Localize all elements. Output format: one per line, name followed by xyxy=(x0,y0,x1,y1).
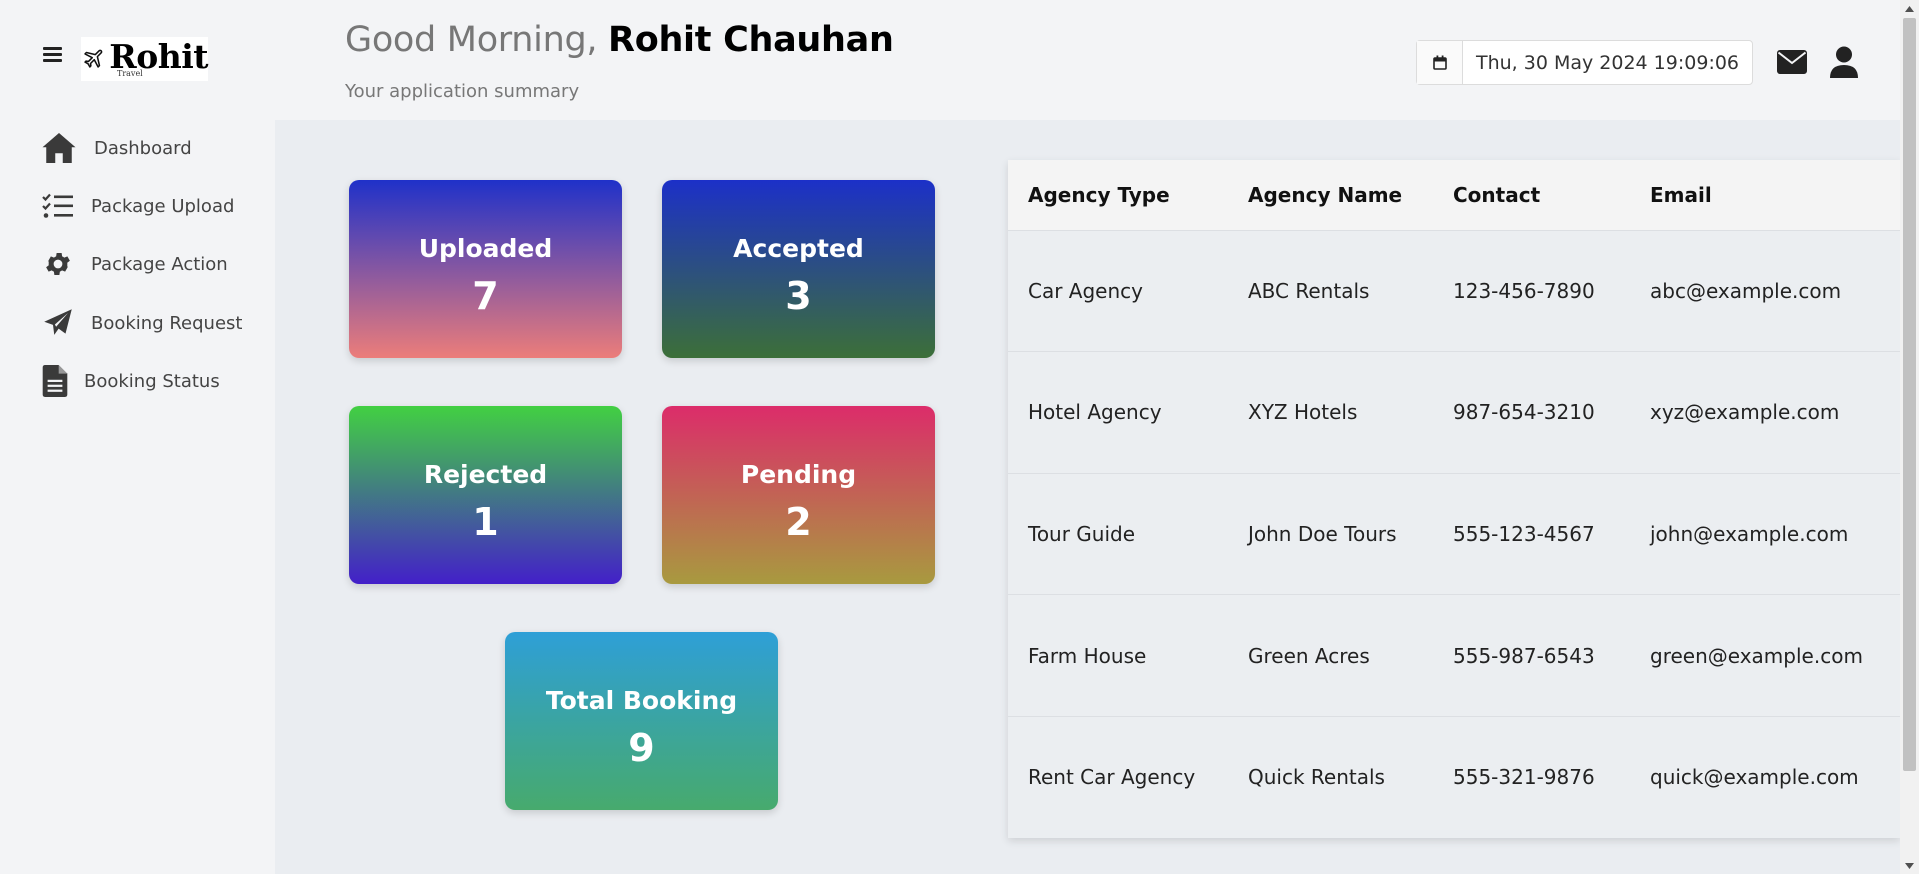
sidebar-item-package-action[interactable]: Package Action xyxy=(40,244,228,284)
table-cell: 555-321-9876 xyxy=(1453,765,1595,790)
table-cell: Car Agency xyxy=(1028,278,1143,303)
agency-table-container: Agency Type Agency Name Contact Email Ca… xyxy=(1008,160,1900,838)
column-header-contact: Contact xyxy=(1453,182,1541,207)
table-cell: 987-654-3210 xyxy=(1453,400,1595,425)
table-cell: XYZ Hotels xyxy=(1248,400,1358,425)
table-cell: Green Acres xyxy=(1248,643,1370,668)
table-row: Rent Car Agency Quick Rentals 555-321-98… xyxy=(1008,716,1900,838)
table-row: Farm House Green Acres 555-987-6543 gree… xyxy=(1008,594,1900,717)
stat-card-pending[interactable]: Pending 2 xyxy=(662,406,935,584)
stat-label: Accepted xyxy=(733,234,864,263)
sidebar-item-label: Package Upload xyxy=(91,195,235,217)
table-row: Hotel Agency XYZ Hotels 987-654-3210 xyz… xyxy=(1008,351,1900,474)
sidebar-item-booking-request[interactable]: Booking Request xyxy=(40,303,242,343)
table-cell: xyz@example.com xyxy=(1650,400,1840,425)
date-time-display: Thu, 30 May 2024 19:09:06 xyxy=(1416,40,1753,85)
logo-subtext: Travel xyxy=(117,69,143,78)
table-cell: 555-987-6543 xyxy=(1453,643,1595,668)
stat-label: Uploaded xyxy=(418,234,553,263)
sidebar-item-label: Booking Request xyxy=(91,312,243,334)
table-cell: Tour Guide xyxy=(1028,521,1136,546)
stat-label: Total Booking xyxy=(545,686,738,715)
table-cell: John Doe Tours xyxy=(1248,521,1397,546)
vertical-scrollbar[interactable] xyxy=(1900,0,1919,874)
date-time-text: Thu, 30 May 2024 19:09:06 xyxy=(1475,51,1740,74)
sidebar-item-label: Package Action xyxy=(91,253,228,275)
checklist-icon xyxy=(42,193,73,218)
stat-label: Pending xyxy=(740,460,857,489)
column-header-email: Email xyxy=(1650,182,1712,207)
sidebar-item-package-upload[interactable]: Package Upload xyxy=(40,186,234,226)
airplane-icon xyxy=(84,49,103,68)
user-name: Rohit Chauhan xyxy=(608,20,894,60)
hamburger-menu-icon[interactable] xyxy=(43,47,62,62)
stat-card-rejected[interactable]: Rejected 1 xyxy=(349,406,622,584)
agency-table: Agency Type Agency Name Contact Email Ca… xyxy=(1008,160,1900,838)
table-cell: Hotel Agency xyxy=(1028,400,1162,425)
stat-card-uploaded[interactable]: Uploaded 7 xyxy=(349,180,622,358)
gear-icon xyxy=(46,253,70,275)
logo[interactable]: Rohit Travel xyxy=(81,37,208,81)
scroll-down-arrow-icon[interactable] xyxy=(1900,857,1919,874)
sidebar-item-dashboard[interactable]: Dashboard xyxy=(40,128,192,168)
scroll-up-arrow-icon[interactable] xyxy=(1900,0,1919,17)
sidebar: Rohit Travel Dashboard Package Upload Pa… xyxy=(0,0,275,874)
table-cell: abc@example.com xyxy=(1650,278,1842,303)
stat-value: 1 xyxy=(472,500,499,544)
stat-card-accepted[interactable]: Accepted 3 xyxy=(662,180,935,358)
sidebar-item-booking-status[interactable]: Booking Status xyxy=(40,361,220,401)
column-header-agency-name: Agency Name xyxy=(1248,182,1403,207)
document-icon xyxy=(42,365,68,397)
greeting-prefix: Good Morning, xyxy=(345,20,609,60)
sidebar-item-label: Dashboard xyxy=(94,137,192,159)
home-icon xyxy=(42,133,76,163)
table-cell: ABC Rentals xyxy=(1248,278,1370,303)
table-row: Tour Guide John Doe Tours 555-123-4567 j… xyxy=(1008,473,1900,595)
stat-label: Rejected xyxy=(423,460,548,489)
scrollbar-thumb[interactable] xyxy=(1903,18,1916,771)
table-cell: Farm House xyxy=(1028,643,1147,668)
table-row: Car Agency ABC Rentals 123-456-7890 abc@… xyxy=(1008,230,1900,352)
user-icon[interactable] xyxy=(1830,46,1858,78)
stat-value: 9 xyxy=(628,726,655,770)
mail-icon[interactable] xyxy=(1777,50,1807,74)
table-cell: Rent Car Agency xyxy=(1028,765,1196,790)
stat-value: 2 xyxy=(785,500,812,544)
table-cell: 123-456-7890 xyxy=(1453,278,1595,303)
sidebar-item-label: Booking Status xyxy=(84,370,220,392)
column-header-agency-type: Agency Type xyxy=(1028,182,1170,207)
stat-card-total-booking[interactable]: Total Booking 9 xyxy=(505,632,778,810)
table-header-row: Agency Type Agency Name Contact Email xyxy=(1008,160,1900,230)
table-cell: john@example.com xyxy=(1650,521,1849,546)
calendar-icon[interactable] xyxy=(1417,41,1463,84)
logo-text: Rohit xyxy=(109,36,208,76)
stat-value: 7 xyxy=(472,274,499,318)
table-cell: quick@example.com xyxy=(1650,765,1859,790)
table-cell: green@example.com xyxy=(1650,643,1863,668)
stat-value: 3 xyxy=(785,274,812,318)
table-cell: 555-123-4567 xyxy=(1453,521,1595,546)
page-greeting: Good Morning, Rohit Chauhan xyxy=(345,20,894,60)
table-cell: Quick Rentals xyxy=(1248,765,1385,790)
page-subtitle: Your application summary xyxy=(345,81,580,102)
paper-plane-icon xyxy=(44,309,72,335)
